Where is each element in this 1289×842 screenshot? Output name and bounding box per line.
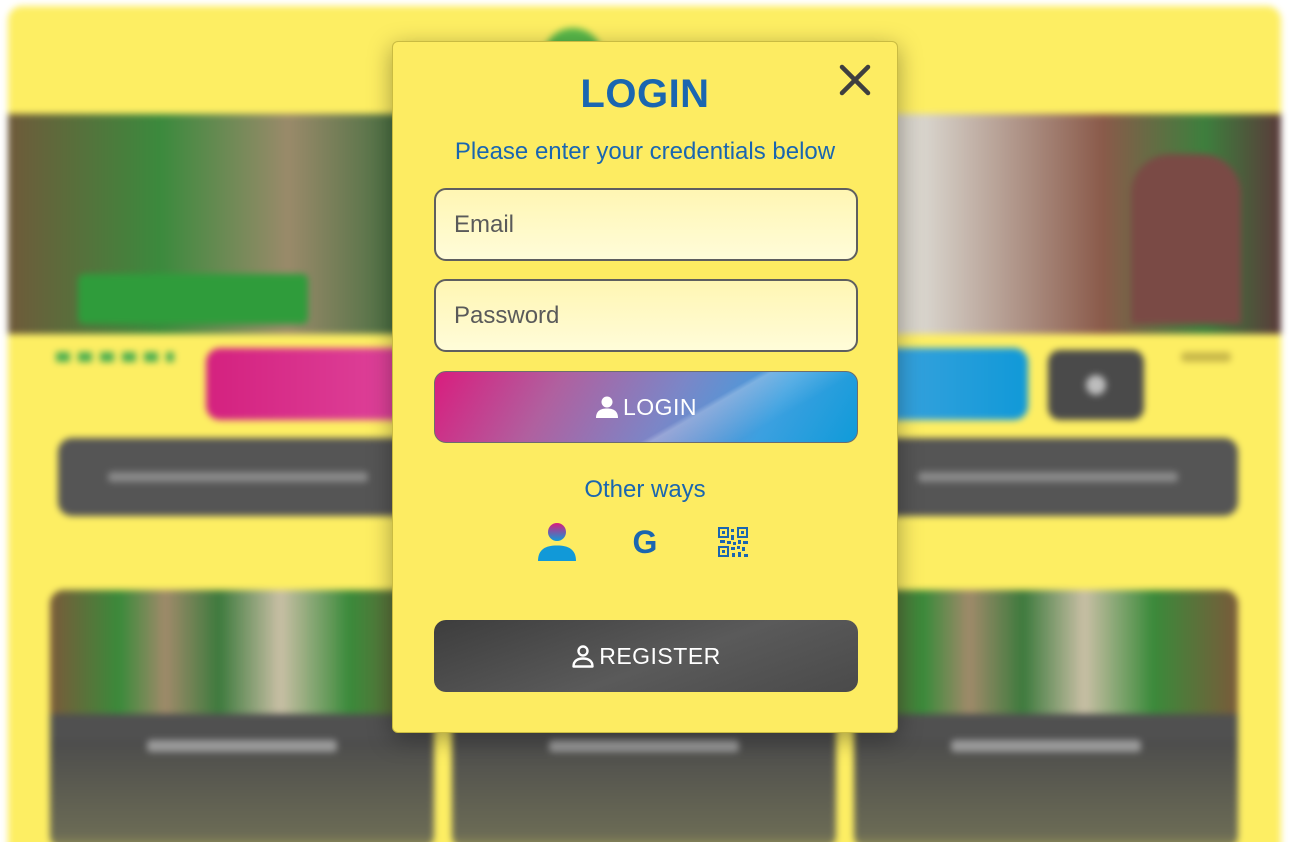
alt-login-qr-button[interactable]: [712, 521, 754, 563]
background-settings-button: [1048, 350, 1144, 420]
background-carousel-counter: [1181, 352, 1231, 362]
alt-login-google-button[interactable]: G: [624, 521, 666, 563]
password-input[interactable]: [434, 279, 858, 352]
background-carousel-dots: [56, 352, 174, 362]
alt-login-user-button[interactable]: [536, 521, 578, 563]
modal-subtitle: Please enter your credentials below: [454, 138, 836, 165]
qr-code-icon: [718, 527, 748, 557]
modal-title: LOGIN: [580, 72, 710, 116]
register-button-label: REGISTER: [599, 642, 721, 669]
user-icon: [595, 395, 619, 419]
login-modal: LOGIN Please enter your credentials belo…: [392, 41, 898, 733]
background-bar-left: [58, 438, 438, 516]
other-ways-label: Other ways: [584, 476, 706, 503]
user-outline-icon: [571, 644, 595, 668]
email-input[interactable]: [434, 188, 858, 261]
background-card: [50, 590, 434, 842]
background-card: [854, 590, 1238, 842]
user-icon: [538, 523, 576, 561]
google-icon: G: [632, 523, 658, 560]
alternative-login-options: G: [393, 520, 897, 564]
register-button[interactable]: REGISTER: [434, 620, 858, 692]
background-bar-right: [868, 438, 1238, 516]
login-button[interactable]: LOGIN: [434, 371, 858, 443]
login-button-label: LOGIN: [622, 393, 698, 420]
